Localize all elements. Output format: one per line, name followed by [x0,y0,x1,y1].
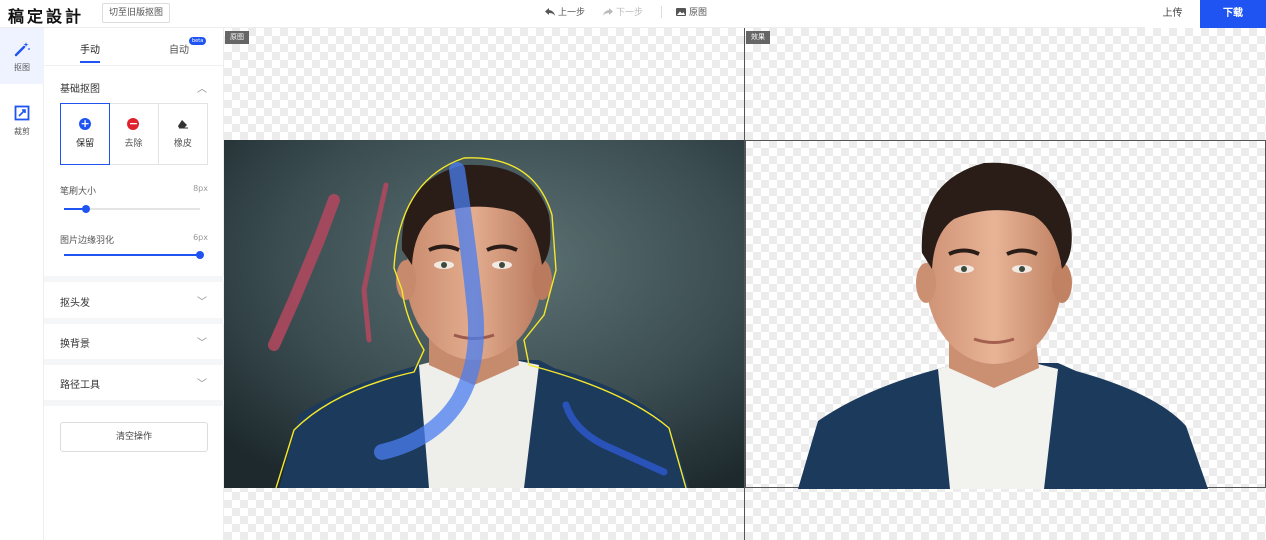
section-background-title[interactable]: 换背景 [60,335,90,350]
app-logo[interactable]: 稿定設計 [8,3,84,27]
feather-slider[interactable] [64,251,204,259]
section-path-title[interactable]: 路径工具 [60,376,100,391]
left-rail: 抠图 裁剪 [0,28,44,540]
cutout-panel: 手动 自动 beta 基础抠图 ︿ + 保留 − 去除 橡皮 笔刷大小 8px … [44,28,224,540]
portrait-photo-cutout [798,162,1208,489]
rail-item-cutout[interactable]: 抠图 [0,28,44,84]
section-divider [44,276,224,282]
undo-label: 上一步 [558,8,586,18]
tab-auto[interactable]: 自动 [169,41,189,56]
eraser-icon [177,120,188,129]
brush-size-slider[interactable] [64,205,200,213]
view-original-label: 原图 [689,8,708,18]
portrait-photo-original [224,140,744,488]
brush-size-label: 笔刷大小 [60,187,97,197]
brush-size-handle[interactable] [81,205,90,213]
upload-button[interactable]: 上传 [1145,0,1200,28]
section-basic-title[interactable]: 基础抠图 [60,80,100,95]
clear-operations-button[interactable]: 清空操作 [60,422,208,452]
eraser-mode-label: 橡皮 [173,139,192,149]
history-toolbar: 上一步 下一步 原图 [545,5,725,18]
brush-mode-group: + 保留 − 去除 橡皮 [60,103,208,165]
chevron-down-icon[interactable]: ﹀ [197,375,207,390]
feather-row: 图片边缘羽化 6px [60,233,208,246]
undo-icon [545,7,555,16]
plus-circle-icon: + [79,117,92,130]
tab-active-indicator [80,61,100,63]
feather-label: 图片边缘羽化 [60,236,115,246]
eraser-mode-button[interactable]: 橡皮 [159,104,207,164]
feather-value: 6px [193,233,208,242]
feather-fill [64,254,200,256]
mode-tabs: 手动 自动 beta [44,28,223,66]
rail-item-crop[interactable]: 裁剪 [0,92,44,148]
section-divider [44,400,224,406]
remove-mode-label: 去除 [124,139,143,149]
crop-icon [14,105,30,121]
undo-button[interactable]: 上一步 [545,5,585,18]
brush-size-value: 8px [193,184,208,193]
keep-mode-label: 保留 [76,139,95,149]
section-divider [44,318,224,324]
chevron-down-icon[interactable]: ﹀ [197,293,207,308]
feather-handle[interactable] [196,251,204,259]
redo-label: 下一步 [616,8,644,18]
toolbar-divider [661,5,663,18]
rail-cutout-label: 抠图 [14,63,30,72]
original-canvas-tag: 原图 [225,31,249,44]
beta-badge: beta [189,37,207,45]
magic-wand-icon [14,42,30,57]
switch-old-version-button[interactable]: 切至旧版抠图 [102,3,171,23]
top-bar: 稿定設計 切至旧版抠图 上一步 下一步 原图 上传 下载 [0,0,1266,28]
image-icon [676,7,687,16]
keep-mode-button[interactable]: + 保留 [60,103,111,165]
download-button[interactable]: 下载 [1200,0,1266,28]
effect-photo[interactable] [745,140,1266,489]
minus-circle-icon: − [127,117,140,130]
chevron-down-icon[interactable]: ﹀ [197,334,207,349]
section-divider [44,359,224,365]
original-canvas[interactable]: 原图 [224,28,744,540]
rail-crop-label: 裁剪 [14,127,30,136]
brush-size-row: 笔刷大小 8px [60,184,208,197]
redo-button[interactable]: 下一步 [603,5,643,18]
view-original-button[interactable]: 原图 [676,5,707,18]
redo-icon [603,7,614,16]
original-photo[interactable] [224,140,744,488]
effect-canvas[interactable]: 效果 [745,28,1266,540]
effect-canvas-tag: 效果 [746,31,770,44]
section-hair-title[interactable]: 抠头发 [60,294,90,309]
remove-mode-button[interactable]: − 去除 [109,104,159,164]
tab-manual[interactable]: 手动 [80,41,100,56]
chevron-up-icon[interactable]: ︿ [197,80,207,95]
